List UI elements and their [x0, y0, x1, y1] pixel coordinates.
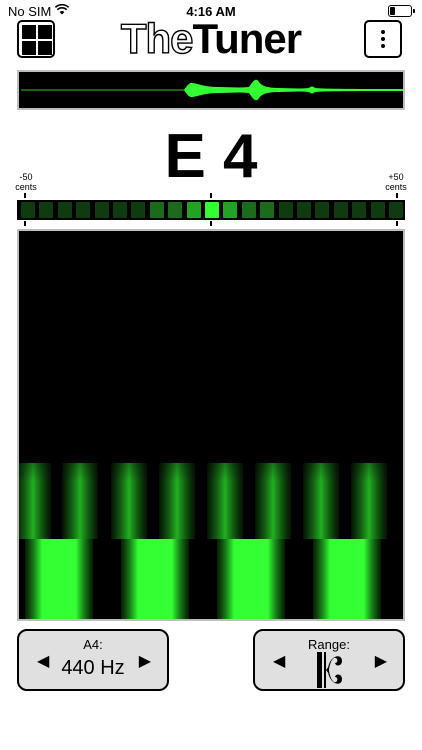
title-the: The: [120, 15, 194, 62]
range-increase-button[interactable]: ▶: [375, 653, 387, 671]
waveform-trace: [21, 79, 403, 101]
cents-min-label: -50 cents: [15, 172, 37, 192]
range-label: Range:: [308, 637, 350, 652]
cents-segment: [76, 202, 91, 218]
cents-tick-max-top: [396, 193, 398, 198]
spectrogram-band-lower: [217, 539, 285, 619]
cents-segment: [39, 202, 54, 218]
cents-segment: [168, 202, 183, 218]
a4-label: A4:: [83, 637, 103, 652]
range-control: Range: ◀ ▶: [253, 629, 405, 691]
cents-segment: [94, 202, 109, 218]
cents-tick-center-bottom: [210, 221, 212, 226]
spectrogram-band-lower: [313, 539, 381, 619]
more-options-button[interactable]: [364, 20, 402, 58]
cents-segment: [131, 202, 146, 218]
cents-segment: [260, 202, 275, 218]
waveform-display: [17, 70, 405, 110]
triangle-right-icon: ▶: [374, 653, 387, 670]
title-tuner: Tuner: [192, 15, 303, 62]
cents-tick-min-bottom: [24, 221, 26, 226]
cents-meter: [17, 200, 405, 220]
cents-max-label: +50 cents: [385, 172, 407, 192]
cents-segment: [223, 202, 238, 218]
spectrogram-band-lower: [121, 539, 189, 619]
spectrogram-image: [19, 461, 403, 619]
cents-segment: [186, 202, 201, 218]
a4-increase-button[interactable]: ▶: [139, 653, 151, 671]
cents-segment: [57, 202, 72, 218]
cents-segment: [149, 202, 164, 218]
range-decrease-button[interactable]: ◀: [273, 653, 285, 671]
app-title: TheTuner: [0, 15, 422, 62]
detected-note: E 4: [164, 122, 258, 191]
c-clef-icon: [316, 651, 344, 694]
cents-segment: [315, 202, 330, 218]
triangle-left-icon: ◀: [273, 653, 286, 670]
cents-segment: [21, 202, 35, 218]
a4-reference-control: A4: ◀ 440 Hz ▶: [17, 629, 169, 691]
cents-segment: [389, 202, 403, 218]
cents-segment: [241, 202, 256, 218]
cents-segment: [352, 202, 367, 218]
cents-segment: [278, 202, 293, 218]
cents-segment: [333, 202, 348, 218]
cents-segment: [113, 202, 127, 218]
spectrogram-display: [17, 229, 405, 621]
cents-segment: [297, 202, 311, 218]
spectrogram-band-lower: [25, 539, 93, 619]
cents-segment: [205, 202, 219, 218]
triangle-right-icon: ▶: [138, 653, 151, 670]
cents-tick-min-top: [24, 193, 26, 198]
cents-segment: [370, 202, 385, 218]
cents-tick-max-bottom: [396, 221, 398, 226]
cents-tick-center-top: [210, 193, 212, 198]
